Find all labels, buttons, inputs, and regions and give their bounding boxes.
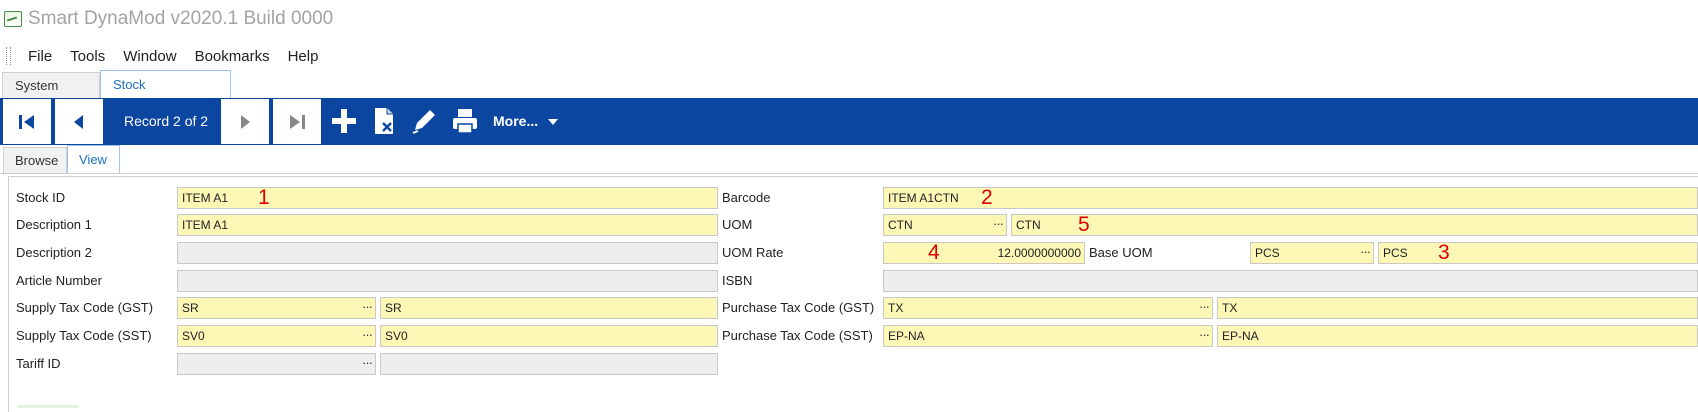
article-number-field[interactable]	[177, 270, 718, 292]
base-uom-code: PCS	[1255, 246, 1280, 260]
purchase-sst-code: EP-NA	[888, 329, 925, 343]
supply-gst-code: SR	[182, 301, 199, 315]
description2-label: Description 2	[16, 245, 92, 260]
document-tabs: System Menu Stock Maintenance	[0, 70, 1698, 120]
tariff-id-label: Tariff ID	[16, 356, 61, 371]
annotation-4: 4	[928, 241, 940, 264]
record-position: Record 2 of 2	[124, 113, 209, 129]
uom-rate-field[interactable]: 12.0000000000	[883, 242, 1085, 264]
supply-sst-label: Supply Tax Code (SST)	[16, 328, 152, 343]
first-record-icon	[19, 114, 34, 129]
last-record-icon	[290, 114, 305, 129]
view-tabs: Browse View	[0, 145, 1698, 174]
description1-field[interactable]: ITEM A1	[177, 214, 718, 236]
first-record-button[interactable]	[2, 98, 52, 145]
menu-tools[interactable]: Tools	[61, 48, 114, 65]
annotation-2: 2	[981, 186, 993, 209]
uom-rate-label: UOM Rate	[722, 245, 784, 260]
tab-view[interactable]: View	[67, 145, 120, 173]
app-icon	[4, 11, 22, 27]
article-number-label: Article Number	[16, 273, 102, 288]
lookup-ellipsis-icon[interactable]: ···	[1199, 326, 1210, 345]
last-record-button[interactable]	[272, 98, 322, 145]
lookup-ellipsis-icon[interactable]: ···	[362, 326, 373, 345]
lookup-ellipsis-icon[interactable]: ···	[993, 215, 1004, 234]
scroll-indicator	[18, 405, 78, 408]
menu-bookmarks[interactable]: Bookmarks	[186, 48, 279, 65]
lookup-ellipsis-icon[interactable]: ···	[362, 354, 373, 373]
uom-desc-field[interactable]: CTN	[1011, 214, 1698, 236]
next-record-button[interactable]	[220, 98, 270, 145]
lookup-ellipsis-icon[interactable]: ···	[1199, 298, 1210, 317]
purchase-sst-label: Purchase Tax Code (SST)	[722, 328, 873, 343]
purchase-sst-desc-field[interactable]: EP-NA	[1217, 325, 1698, 347]
purchase-sst-code-field[interactable]: EP-NA ···	[883, 325, 1213, 347]
add-record-button[interactable]	[328, 105, 360, 137]
base-uom-code-field[interactable]: PCS ···	[1250, 242, 1374, 264]
menubar-grip	[6, 47, 11, 65]
print-button[interactable]	[449, 105, 481, 137]
pencil-icon	[412, 110, 435, 134]
previous-record-icon	[74, 114, 83, 129]
stock-id-label: Stock ID	[16, 190, 66, 205]
uom-code-field[interactable]: CTN ···	[883, 214, 1007, 236]
menu-bar: File Tools Window Bookmarks Help	[0, 44, 327, 68]
tariff-id-desc-field[interactable]	[380, 353, 718, 375]
delete-document-icon	[375, 108, 393, 134]
record-toolbar: Record 2 of 2 More...	[0, 98, 1698, 145]
annotation-1: 1	[258, 186, 270, 209]
supply-gst-desc-field[interactable]: SR	[380, 297, 718, 319]
purchase-gst-code: TX	[888, 301, 904, 315]
uom-code: CTN	[888, 218, 913, 232]
uom-label: UOM	[722, 217, 753, 232]
purchase-gst-label: Purchase Tax Code (GST)	[722, 300, 875, 315]
supply-gst-label: Supply Tax Code (GST)	[16, 300, 154, 315]
isbn-label: ISBN	[722, 273, 753, 288]
purchase-gst-desc-field[interactable]: TX	[1217, 297, 1698, 319]
barcode-field[interactable]: ITEM A1CTN	[883, 187, 1698, 209]
supply-sst-code: SV0	[182, 329, 205, 343]
plus-icon	[332, 109, 356, 133]
base-uom-desc-field[interactable]: PCS	[1378, 242, 1698, 264]
supply-sst-desc-field[interactable]: SV0	[380, 325, 718, 347]
printer-icon	[453, 109, 477, 134]
supply-sst-code-field[interactable]: SV0 ···	[177, 325, 376, 347]
lookup-ellipsis-icon[interactable]: ···	[1360, 243, 1371, 262]
previous-record-button[interactable]	[54, 98, 104, 145]
menu-help[interactable]: Help	[279, 48, 328, 65]
menu-window[interactable]: Window	[114, 48, 185, 65]
next-record-icon	[241, 114, 250, 129]
window-title: Smart DynaMod v2020.1 Build 0000	[4, 8, 333, 30]
isbn-field[interactable]	[883, 270, 1698, 292]
supply-gst-code-field[interactable]: SR ···	[177, 297, 376, 319]
purchase-gst-code-field[interactable]: TX ···	[883, 297, 1213, 319]
stock-form-panel	[8, 176, 1698, 412]
tab-system-menu[interactable]: System Menu	[2, 72, 100, 119]
tab-stock-maintenance[interactable]: Stock Maintenance	[100, 70, 231, 120]
description1-label: Description 1	[16, 217, 92, 232]
annotation-3: 3	[1438, 241, 1450, 264]
menu-file[interactable]: File	[19, 48, 61, 65]
tab-browse[interactable]: Browse	[3, 147, 67, 173]
chevron-down-icon[interactable]	[548, 119, 558, 125]
window-title-text: Smart DynaMod v2020.1 Build 0000	[28, 8, 334, 29]
tariff-id-code-field[interactable]: ···	[177, 353, 376, 375]
more-menu-button[interactable]: More...	[493, 98, 538, 145]
delete-record-button[interactable]	[368, 105, 400, 137]
lookup-ellipsis-icon[interactable]: ···	[362, 298, 373, 317]
annotation-5: 5	[1078, 213, 1090, 236]
barcode-label: Barcode	[722, 190, 771, 205]
base-uom-label: Base UOM	[1089, 245, 1153, 260]
description2-field[interactable]	[177, 242, 718, 264]
edit-record-button[interactable]	[408, 105, 440, 137]
